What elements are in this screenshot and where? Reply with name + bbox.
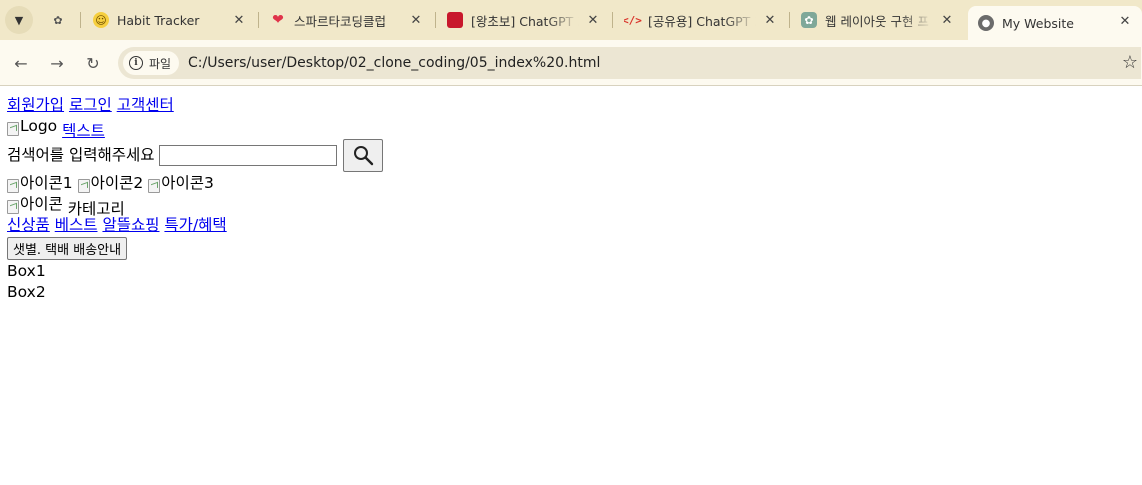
tab-separator [258,12,259,28]
page-content: 회원가입 로그인 고객센터 Logo 텍스트 검색어를 입력해주세요 아이콘1 … [0,87,1142,485]
icon-image-3: 아이콘3 [148,173,214,193]
search-icon [353,146,373,166]
broken-image-icon [148,179,161,193]
browser-toolbar: ← → ↻ i 파일 C:/Users/user/Desktop/02_clon… [0,40,1142,86]
tab-strip: ▼ ✿ ☺ Habit Tracker ✕ ❤ 스파르타코딩클럽 ✕ [왕초보]… [0,0,1142,40]
reload-button[interactable]: ↻ [81,51,105,75]
smiley-icon: ☺ [93,12,109,28]
close-icon[interactable]: ✕ [1116,12,1134,30]
close-icon[interactable]: ✕ [584,11,602,29]
tab-title: [왕초보] ChatGPT 3 [471,13,579,29]
delivery-info-button[interactable]: 샛별. 택배 배송안내 [7,237,128,260]
logo-row: Logo 텍스트 [7,116,1135,140]
bookmark-star-icon[interactable]: ☆ [1122,52,1138,73]
info-icon: i [129,56,143,70]
icon-image-1: 아이콘1 [7,173,73,193]
heart-icon: ❤ [272,12,284,28]
close-icon[interactable]: ✕ [761,11,779,29]
tab-title: 스파르타코딩클럽 [294,13,387,29]
tab-chatgpt-pinned[interactable]: ✿ [50,6,72,34]
tab-search-button[interactable]: ▼ [5,6,33,34]
close-icon[interactable]: ✕ [938,11,956,29]
icon-alt-text: 아이콘3 [161,174,214,192]
search-input[interactable] [158,144,337,166]
icon-alt-text: 아이콘2 [90,174,144,192]
tab-separator [435,12,436,28]
icon-alt-text: 아이콘 [20,195,63,213]
icons-row: 아이콘1 아이콘2 아이콘3 [7,173,1135,194]
signup-link[interactable]: 회원가입 [7,96,64,114]
site-info-chip[interactable]: i 파일 [123,51,180,75]
search-row: 검색어를 입력해주세요 [7,137,1135,173]
icon-image-2: 아이콘2 [77,173,144,193]
tab-chatgpt-beginner[interactable]: [왕초보] ChatGPT 3 ✕ [447,6,602,34]
menu-link-best[interactable]: 베스트 [55,216,98,234]
chip-label: 파일 [149,56,172,71]
chatgpt-icon: ✿ [801,12,817,28]
tab-habit-tracker[interactable]: ☺ Habit Tracker ✕ [93,6,248,34]
close-icon[interactable]: ✕ [230,11,248,29]
broken-image-icon [7,122,19,136]
menu-link-savings[interactable]: 알뜰쇼핑 [102,216,159,234]
chatgpt-icon: ✿ [53,13,63,27]
tab-title: [공유용] ChatGPT 3 [648,13,756,29]
menu-links: 신상품 베스트 알뜰쇼핑 특가/혜택 [7,215,1135,236]
login-link[interactable]: 로그인 [69,96,112,114]
category-row: 아이콘 카테고리 [7,194,1135,218]
globe-icon: ● [978,15,994,31]
box-2: Box2 [7,283,46,301]
tab-title: Habit Tracker [117,12,200,28]
tab-sparta-coding[interactable]: ❤ 스파르타코딩클럽 ✕ [270,6,425,34]
delivery-row: 샛별. 택배 배송안내 [7,236,1135,261]
tab-my-website[interactable]: ● My Website ✕ [968,6,1142,40]
logo-text-link[interactable]: 텍스트 [62,122,105,140]
logo-image: Logo [7,116,57,136]
arrow-right-icon: → [50,53,64,73]
tab-separator [789,12,790,28]
customer-center-link[interactable]: 고객센터 [117,96,174,114]
close-icon[interactable]: ✕ [407,11,425,29]
tab-separator [612,12,613,28]
book-icon [447,12,463,28]
menu-link-deals[interactable]: 특가/혜택 [164,216,226,234]
reload-icon: ↻ [86,53,100,73]
chevron-down-icon: ▼ [14,13,24,27]
address-bar[interactable]: i 파일 C:/Users/user/Desktop/02_clone_codi… [118,47,1141,79]
arrow-left-icon: ← [14,53,28,73]
broken-image-icon [77,179,90,193]
tab-web-layout[interactable]: ✿ 웹 레이아웃 구현 프 ✕ [801,6,956,34]
tab-chatgpt-shared[interactable]: </> [공유용] ChatGPT 3 ✕ [624,6,779,34]
search-button[interactable] [342,138,383,172]
tab-separator [80,12,81,28]
top-links: 회원가입 로그인 고객센터 [7,95,1135,116]
category-icon-image: 아이콘 [7,194,63,214]
broken-image-icon [7,200,19,214]
box-1: Box1 [7,262,46,280]
tab-title: 웹 레이아웃 구현 프 [825,13,929,29]
code-icon: </> [624,13,642,27]
icon-alt-text: 아이콘1 [20,174,73,192]
logo-alt-text: Logo [20,117,58,135]
search-label: 검색어를 입력해주세요 [7,146,155,164]
broken-image-icon [7,179,19,193]
forward-button[interactable]: → [45,51,69,75]
url-text[interactable]: C:/Users/user/Desktop/02_clone_coding/05… [188,55,600,71]
menu-link-new[interactable]: 신상품 [7,216,50,234]
back-button[interactable]: ← [9,51,33,75]
